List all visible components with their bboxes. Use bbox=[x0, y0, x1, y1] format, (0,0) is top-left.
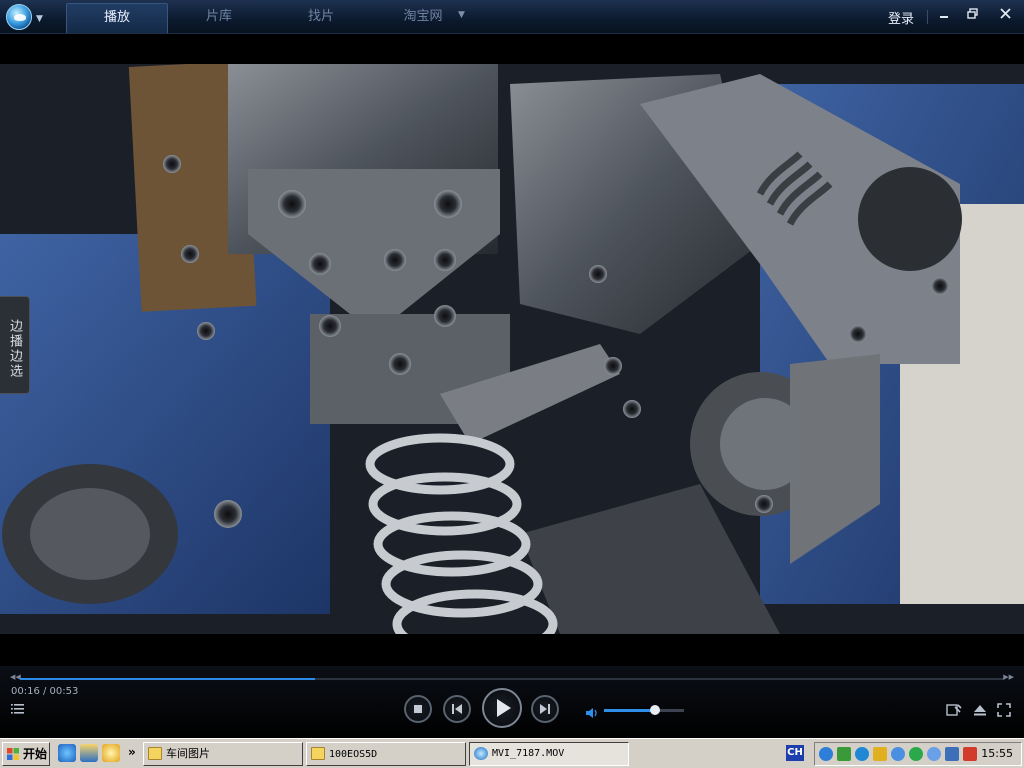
seek-bar[interactable]: ◀◀ ▶▶ bbox=[10, 673, 1014, 682]
time-display: 00:16 / 00:53 bbox=[11, 686, 79, 697]
windows-logo-icon bbox=[7, 748, 19, 760]
main-tabs: 播放 片库 找片 淘宝网 bbox=[66, 0, 474, 34]
login-link[interactable]: 登录 bbox=[888, 8, 914, 27]
tab-find[interactable]: 找片 bbox=[270, 3, 372, 33]
task-workshop-photos[interactable]: 车间图片 bbox=[143, 742, 303, 766]
messenger-tray-icon[interactable] bbox=[891, 747, 905, 761]
previous-button[interactable] bbox=[443, 695, 471, 723]
taskbar: 开始 » 车间图片 100EOS5D MVI_7187.MOV CH 15:55 bbox=[0, 738, 1024, 768]
previous-icon bbox=[452, 704, 462, 714]
seek-progress bbox=[20, 678, 315, 680]
update-tray-icon[interactable] bbox=[855, 747, 869, 761]
volume-slider-knob[interactable] bbox=[650, 705, 660, 715]
volume-muted-tray-icon[interactable] bbox=[963, 747, 977, 761]
folder-icon bbox=[148, 747, 162, 760]
video-frame[interactable] bbox=[0, 64, 1024, 634]
ie-icon[interactable] bbox=[58, 744, 76, 762]
outlook-icon[interactable] bbox=[80, 744, 98, 762]
next-icon bbox=[540, 704, 550, 714]
stop-icon bbox=[414, 705, 422, 713]
ime-indicator[interactable]: CH bbox=[786, 745, 804, 761]
stop-button[interactable] bbox=[404, 695, 432, 723]
app-menu-button[interactable]: ▼ bbox=[6, 4, 44, 30]
volume-icon bbox=[586, 708, 597, 718]
mute-button[interactable] bbox=[586, 704, 600, 718]
playlist-icon bbox=[11, 704, 24, 714]
messenger-icon[interactable] bbox=[102, 744, 120, 762]
seek-end-icon: ▶▶ bbox=[1003, 673, 1014, 681]
fullscreen-icon bbox=[997, 703, 1011, 717]
quicklaunch-overflow[interactable]: » bbox=[128, 745, 136, 759]
minimize-icon bbox=[940, 16, 948, 18]
restore-icon bbox=[966, 8, 978, 19]
security-tray-icon[interactable] bbox=[909, 747, 923, 761]
tabs-more-icon[interactable]: ▼ bbox=[458, 10, 465, 20]
clock: 15:55 bbox=[981, 747, 1013, 760]
player-app-icon bbox=[474, 747, 488, 760]
task-label: MVI_7187.MOV bbox=[492, 748, 565, 759]
player-tray-icon[interactable] bbox=[819, 747, 833, 761]
video-area[interactable]: 边播边选 bbox=[0, 34, 1024, 666]
display-tray-icon[interactable] bbox=[945, 747, 959, 761]
volume-level bbox=[604, 709, 655, 712]
start-button[interactable]: 开始 bbox=[2, 742, 50, 766]
title-bar: ▼ 播放 片库 找片 淘宝网 ▼ 登录 bbox=[0, 0, 1024, 34]
chevron-down-icon: ▼ bbox=[36, 14, 43, 24]
task-video-player[interactable]: MVI_7187.MOV bbox=[469, 742, 629, 766]
tab-play[interactable]: 播放 bbox=[66, 3, 168, 33]
settings-button[interactable] bbox=[946, 703, 962, 719]
shield-icon[interactable] bbox=[873, 747, 887, 761]
restore-button[interactable] bbox=[962, 6, 982, 26]
divider bbox=[927, 10, 928, 24]
settings-icon bbox=[946, 704, 962, 716]
task-label: 100EOS5D bbox=[329, 749, 378, 760]
task-label: 车间图片 bbox=[166, 747, 210, 760]
side-browse-tab[interactable]: 边播边选 bbox=[0, 296, 30, 394]
eject-icon bbox=[974, 705, 986, 716]
tab-library[interactable]: 片库 bbox=[168, 3, 270, 33]
playback-controls: ◀◀ ▶▶ 00:16 / 00:53 bbox=[0, 666, 1024, 738]
playlist-button[interactable] bbox=[10, 703, 26, 719]
player-logo-icon bbox=[6, 4, 32, 30]
network-tray-icon[interactable] bbox=[837, 747, 851, 761]
eject-button[interactable] bbox=[972, 703, 988, 719]
fullscreen-button[interactable] bbox=[996, 703, 1012, 719]
play-icon bbox=[497, 699, 511, 717]
search-tray-icon[interactable] bbox=[927, 747, 941, 761]
close-icon bbox=[999, 8, 1011, 19]
video-content-image bbox=[0, 64, 1024, 634]
minimize-button[interactable] bbox=[934, 6, 954, 26]
close-button[interactable] bbox=[995, 6, 1015, 26]
play-button[interactable] bbox=[482, 688, 522, 728]
folder-icon bbox=[311, 747, 325, 760]
next-button[interactable] bbox=[531, 695, 559, 723]
system-tray: 15:55 bbox=[814, 742, 1022, 766]
task-100eos5d[interactable]: 100EOS5D bbox=[306, 742, 466, 766]
start-label: 开始 bbox=[23, 747, 48, 761]
